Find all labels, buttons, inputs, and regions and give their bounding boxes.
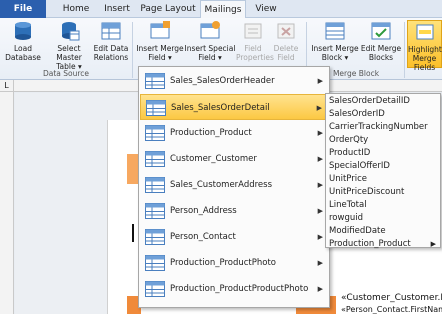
submenu-field-item[interactable]: UnitPrice — [327, 173, 439, 186]
text-cursor — [132, 224, 134, 242]
submenu-arrow-icon: ▶ — [317, 207, 323, 215]
submenu-field-item[interactable]: rowguid — [327, 212, 439, 225]
merge-field-submenu: SalesOrderDetailID SalesOrderID CarrierT… — [325, 93, 441, 251]
table-icon — [145, 281, 165, 297]
submenu-field-item[interactable]: UnitPriceDiscount — [327, 186, 439, 199]
submenu-item-label: Production_Product — [329, 239, 411, 249]
delete-field-button[interactable]: Delete Field — [270, 20, 302, 68]
menu-item-label: Customer_Customer — [170, 154, 257, 164]
merge-field-contact[interactable]: «Person_Contact.FirstName — [341, 305, 442, 314]
menu-item-label: Production_ProductProductPhoto — [170, 284, 309, 294]
data-relations-icon — [101, 22, 121, 40]
submenu-field-item[interactable]: SalesOrderID — [327, 108, 439, 121]
menu-item-table[interactable]: Sales_CustomerAddress ▶ — [140, 172, 328, 198]
submenu-field-item[interactable]: ModifiedDate — [327, 225, 439, 238]
table-icon — [146, 100, 166, 116]
delete-field-label: Delete Field — [273, 44, 299, 62]
merge-field-customer[interactable]: «Customer_Customer.N — [341, 293, 442, 303]
highlight-merge-fields-label: Highlight Merge Fields — [408, 45, 442, 72]
menu-item-table[interactable]: Production_ProductPhoto ▶ — [140, 250, 328, 276]
edit-merge-blocks-icon — [371, 22, 391, 40]
edit-merge-blocks-button[interactable]: Edit Merge Blocks — [360, 20, 402, 68]
submenu-field-item[interactable]: CarrierTrackingNumber — [327, 121, 439, 134]
ribbon-tab-bar: File Home Insert Page Layout Mailings Vi… — [0, 0, 442, 18]
field-properties-icon — [244, 23, 262, 39]
database-icon — [15, 22, 31, 40]
vertical-ruler[interactable] — [0, 92, 14, 314]
tab-view[interactable]: View — [250, 0, 282, 18]
tab-mailings[interactable]: Mailings — [200, 0, 246, 18]
highlight-merge-fields-button[interactable]: Highlight Merge Fields — [407, 20, 442, 72]
submenu-arrow-icon: ▶ — [317, 129, 323, 137]
edit-merge-blocks-label: Edit Merge Blocks — [360, 44, 402, 62]
submenu-field-item[interactable]: OrderQty — [327, 134, 439, 147]
insert-special-field-button[interactable]: Insert Special Field ▾ — [184, 20, 236, 68]
submenu-arrow-icon: ▶ — [317, 181, 323, 189]
special-field-icon — [200, 21, 220, 39]
insert-merge-block-button[interactable]: Insert Merge Block ▾ — [309, 20, 361, 68]
highlight-icon — [416, 24, 433, 40]
table-icon — [145, 203, 165, 219]
menu-item-table[interactable]: Production_Product ▶ — [140, 120, 328, 146]
table-icon — [145, 73, 165, 89]
insert-merge-block-label: Insert Merge Block ▾ — [311, 44, 359, 62]
table-icon — [145, 255, 165, 271]
tab-file[interactable]: File — [0, 0, 46, 18]
menu-item-table[interactable]: Customer_Customer ▶ — [140, 146, 328, 172]
submenu-field-item[interactable]: LineTotal — [327, 199, 439, 212]
submenu-arrow-icon: ▶ — [317, 77, 323, 85]
merge-field-table-menu: Sales_SalesOrderHeader ▶ Sales_SalesOrde… — [138, 66, 330, 308]
submenu-arrow-icon: ▶ — [317, 259, 323, 267]
group-separator — [132, 22, 133, 78]
insert-merge-field-button[interactable]: Insert Merge Field ▾ — [135, 20, 185, 68]
menu-item-table[interactable]: Person_Contact ▶ — [140, 224, 328, 250]
table-icon — [145, 125, 165, 141]
menu-item-label: Production_ProductPhoto — [170, 258, 276, 268]
menu-item-table[interactable]: Production_ProductProductPhoto ▶ — [140, 276, 328, 302]
load-database-button[interactable]: Load Database — [3, 20, 43, 68]
table-icon — [145, 177, 165, 193]
tab-insert[interactable]: Insert — [98, 0, 136, 18]
tab-page-layout[interactable]: Page Layout — [138, 0, 198, 18]
edit-data-relations-button[interactable]: Edit Data Relations — [93, 20, 129, 68]
submenu-arrow-icon: ▶ — [317, 285, 323, 293]
submenu-arrow-icon: ▶ — [317, 155, 323, 163]
tab-home[interactable]: Home — [56, 0, 96, 18]
ruler-corner-tab-selector[interactable]: L — [0, 80, 14, 92]
edit-data-relations-label: Edit Data Relations — [93, 44, 129, 62]
insert-special-field-label: Insert Special Field ▾ — [184, 44, 236, 62]
submenu-arrow-icon: ▶ — [317, 233, 323, 241]
merge-field-icon — [150, 21, 170, 39]
submenu-field-item[interactable]: SpecialOfferID — [327, 160, 439, 173]
submenu-arrow-icon: ▶ — [430, 240, 436, 248]
submenu-arrow-icon: ▶ — [316, 104, 322, 112]
submenu-field-item[interactable]: ProductID — [327, 147, 439, 160]
insert-merge-field-label: Insert Merge Field ▾ — [136, 44, 184, 62]
table-icon — [145, 229, 165, 245]
select-master-table-label: Select Master Table ▾ — [56, 44, 82, 71]
submenu-field-item[interactable]: SalesOrderDetailID — [327, 95, 439, 108]
group-separator — [404, 22, 405, 78]
menu-item-label: Person_Contact — [170, 232, 236, 242]
field-properties-label: Field Properties — [236, 44, 274, 62]
menu-item-label: Sales_CustomerAddress — [170, 180, 273, 190]
menu-item-table[interactable]: Person_Address ▶ — [140, 198, 328, 224]
menu-item-table-selected[interactable]: Sales_SalesOrderDetail ▶ — [140, 94, 328, 120]
master-table-icon — [62, 22, 80, 41]
group-label-data-source: Data Source — [42, 69, 90, 78]
menu-item-table[interactable]: Sales_SalesOrderHeader ▶ — [140, 68, 328, 94]
menu-item-label: Person_Address — [170, 206, 237, 216]
submenu-nested-table-item[interactable]: Production_Product ▶ — [327, 238, 439, 251]
delete-field-icon — [277, 23, 295, 39]
load-database-label: Load Database — [5, 44, 41, 62]
menu-item-label: Sales_SalesOrderHeader — [170, 76, 275, 86]
merge-block-icon — [325, 22, 345, 40]
table-icon — [145, 151, 165, 167]
menu-item-label: Production_Product — [170, 128, 252, 138]
select-master-table-button[interactable]: Select Master Table ▾ — [44, 20, 94, 71]
field-properties-button[interactable]: Field Properties — [236, 20, 274, 68]
menu-item-label: Sales_SalesOrderDetail — [171, 103, 270, 113]
